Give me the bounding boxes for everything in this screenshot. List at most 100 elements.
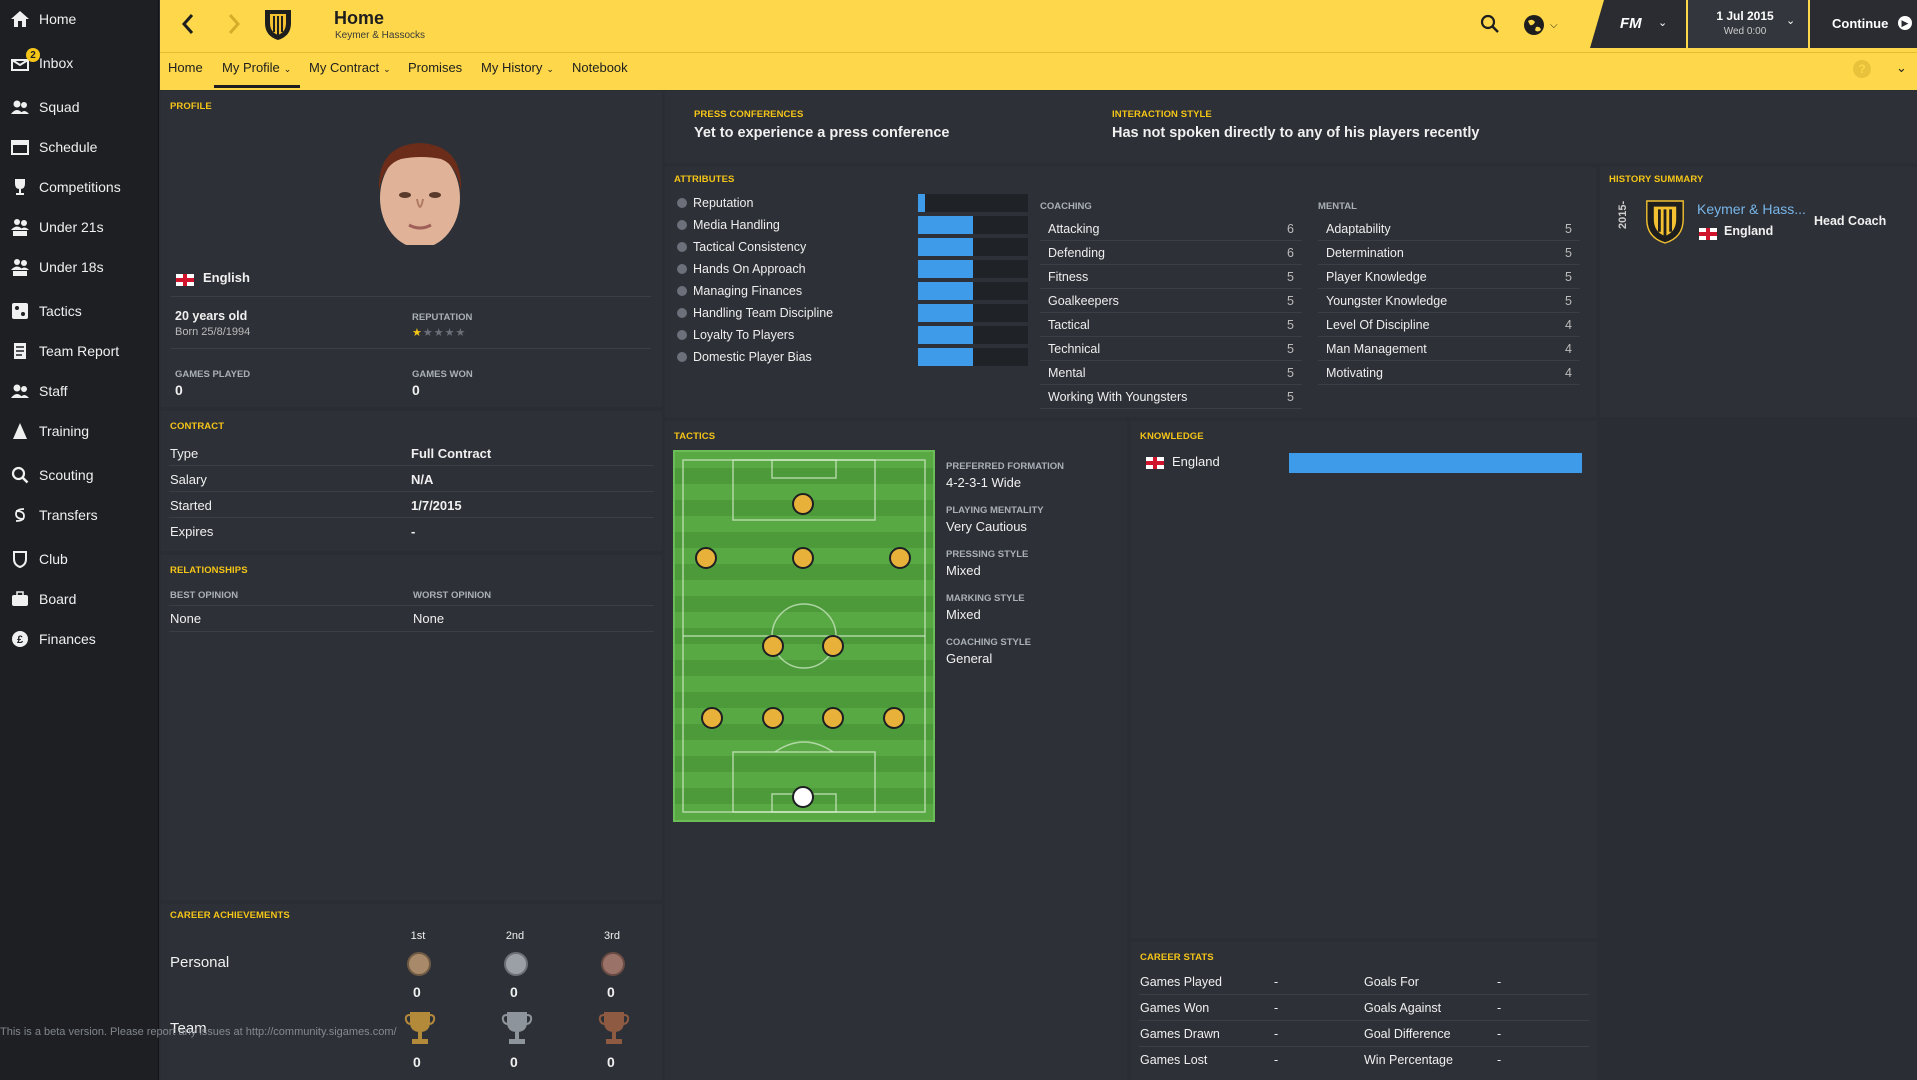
- player-marker[interactable]: [792, 547, 814, 569]
- career-stats-panel: CAREER STATS Games Played - Goals For - …: [1131, 942, 1597, 1080]
- player-marker[interactable]: [762, 707, 784, 729]
- top-header: Home Keymer & Hassocks ⌵ FM ⌄ 1 Jul 2015…: [160, 0, 1917, 90]
- section-title: CAREER ACHIEVEMENTS: [170, 910, 290, 921]
- personal-count: 0: [607, 984, 615, 1000]
- attribute-row[interactable]: Managing Finances: [677, 279, 917, 303]
- player-marker[interactable]: [701, 707, 723, 729]
- subnav-promises[interactable]: Promises: [408, 60, 462, 75]
- sidebar-item-label: Transfers: [39, 507, 98, 523]
- player-marker[interactable]: [822, 707, 844, 729]
- goalkeeper-marker[interactable]: [792, 786, 814, 808]
- sidebar-item-finances[interactable]: £ Finances: [0, 622, 159, 656]
- sidebar-item-home[interactable]: Home: [0, 2, 159, 36]
- board-icon: [8, 587, 32, 611]
- subnav-label: My History: [481, 60, 543, 75]
- attribute-label: Reputation: [693, 196, 754, 210]
- sidebar-item-club[interactable]: Club: [0, 542, 159, 576]
- sidebar-item-transfers[interactable]: Transfers: [0, 498, 159, 532]
- sidebar-item-board[interactable]: Board: [0, 582, 159, 616]
- date-button[interactable]: 1 Jul 2015 Wed 0:00 ⌄: [1688, 0, 1808, 48]
- sidebar-item-label: Home: [39, 11, 77, 27]
- contract-value: -: [411, 524, 416, 539]
- attribute-row[interactable]: Domestic Player Bias: [677, 345, 917, 369]
- player-marker[interactable]: [822, 635, 844, 657]
- bronze-medal-icon: [601, 952, 625, 976]
- attribute-row[interactable]: Tactical Consistency: [677, 235, 917, 259]
- coaching-label: Attacking: [1048, 221, 1100, 236]
- sidebar-item-training[interactable]: Training: [0, 414, 159, 448]
- sidebar-item-label: Club: [39, 551, 68, 567]
- rank-header: 2nd: [505, 930, 525, 942]
- attribute-row[interactable]: Media Handling: [677, 213, 917, 237]
- history-club-link[interactable]: Keymer & Hass...: [1697, 201, 1806, 217]
- silver-trophy-icon: [501, 1010, 533, 1051]
- continue-button[interactable]: Continue ▶: [1810, 0, 1917, 48]
- search-button[interactable]: [1480, 14, 1500, 39]
- sidebar-item-team-report[interactable]: Team Report: [0, 334, 159, 368]
- gold-trophy-icon: [404, 1010, 436, 1051]
- sidebar-item-squad[interactable]: Squad: [0, 90, 159, 124]
- personal-count: 0: [413, 984, 421, 1000]
- sidebar-item-under18s[interactable]: Under 18s: [0, 250, 159, 284]
- sidebar-item-schedule[interactable]: Schedule: [0, 130, 159, 164]
- search-icon: [8, 463, 32, 487]
- tactic-value: Mixed: [946, 607, 981, 622]
- mental-label: Adaptability: [1326, 221, 1391, 236]
- coaching-value: 5: [1287, 269, 1294, 284]
- subnav-notebook[interactable]: Notebook: [572, 60, 628, 75]
- subnav-my-profile[interactable]: My Profile ⌄: [222, 60, 291, 75]
- attribute-row[interactable]: Handling Team Discipline: [677, 301, 917, 325]
- attribute-bar: [918, 326, 1028, 344]
- sidebar-item-label: Under 18s: [39, 259, 104, 275]
- contract-panel: CONTRACT Type Full Contract Salary N/A S…: [161, 411, 662, 551]
- silver-medal-icon: [504, 952, 528, 976]
- forward-button[interactable]: [226, 12, 242, 41]
- player-marker[interactable]: [889, 547, 911, 569]
- sidebar-item-inbox[interactable]: 2 Inbox: [0, 46, 159, 80]
- worst-opinion-label: WORST OPINION: [413, 590, 492, 601]
- back-button[interactable]: [180, 12, 196, 41]
- mental-label: Determination: [1326, 245, 1404, 260]
- mental-label: Motivating: [1326, 365, 1383, 380]
- sidebar-item-tactics[interactable]: Tactics: [0, 294, 159, 328]
- player-marker[interactable]: [883, 707, 905, 729]
- world-menu-button[interactable]: ⌵: [1522, 13, 1558, 37]
- globe-icon: [1524, 15, 1544, 35]
- subnav-my-history[interactable]: My History ⌄: [481, 60, 554, 75]
- reputation-label: REPUTATION: [412, 312, 473, 323]
- continue-arrow-icon: ▶: [1898, 16, 1912, 30]
- mental-value: 5: [1565, 293, 1572, 308]
- manager-age: 20 years old: [175, 309, 248, 323]
- help-icon[interactable]: ?: [1853, 60, 1871, 78]
- page-title: Home: [334, 8, 385, 28]
- sidebar-item-scouting[interactable]: Scouting: [0, 458, 159, 492]
- inbox-icon: 2: [8, 48, 40, 75]
- tactics-pitch[interactable]: [673, 450, 935, 822]
- subnav-my-contract[interactable]: My Contract ⌄: [309, 60, 391, 75]
- attribute-bar-fill: [918, 260, 973, 278]
- mental-value: 5: [1565, 269, 1572, 284]
- attribute-row[interactable]: Hands On Approach: [677, 257, 917, 281]
- chevron-down-icon: ⌄: [1658, 17, 1668, 29]
- fm-menu-button[interactable]: FM ⌄: [1590, 0, 1686, 48]
- sidebar-item-staff[interactable]: Staff: [0, 374, 159, 408]
- team-count: 0: [413, 1054, 421, 1070]
- section-title: TACTICS: [674, 431, 716, 442]
- stat-value: -: [1497, 1027, 1502, 1041]
- player-marker[interactable]: [762, 635, 784, 657]
- sidebar-item-under21s[interactable]: Under 21s: [0, 210, 159, 244]
- attribute-label: Handling Team Discipline: [693, 306, 834, 320]
- player-marker[interactable]: [792, 493, 814, 515]
- manager-birthdate: Born 25/8/1994: [175, 326, 251, 338]
- sidebar-item-competitions[interactable]: Competitions: [0, 170, 159, 204]
- tactic-value: Very Cautious: [946, 519, 1027, 534]
- subnav-home[interactable]: Home: [168, 60, 203, 75]
- player-marker[interactable]: [695, 547, 717, 569]
- chevron-down-icon[interactable]: ⌄: [1896, 60, 1907, 76]
- attribute-row[interactable]: Loyalty To Players: [677, 323, 917, 347]
- attribute-bar-fill: [918, 194, 925, 212]
- attribute-row[interactable]: Reputation: [677, 191, 917, 215]
- tactic-value: General: [946, 651, 993, 666]
- stat-value: -: [1497, 1053, 1502, 1067]
- continue-label: Continue: [1832, 16, 1889, 31]
